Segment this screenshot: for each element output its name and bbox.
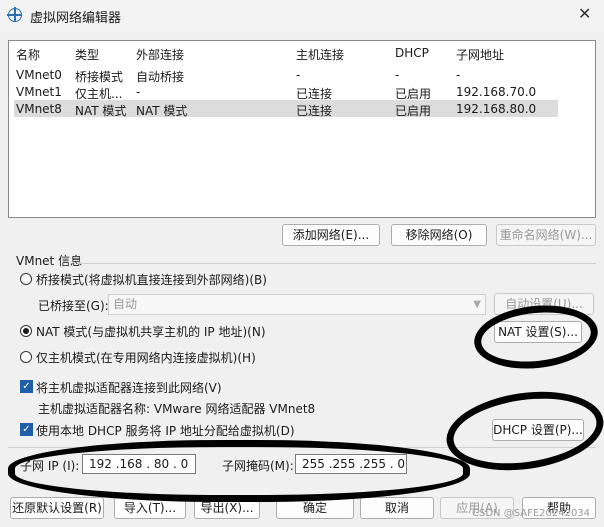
cell: 192.168.80.0 <box>456 102 537 116</box>
cell: 自动桥接 <box>136 70 185 84</box>
group-divider <box>80 263 596 264</box>
nat-mode-label[interactable]: NAT 模式(与虚拟机共享主机的 IP 地址)(N) <box>36 323 266 340</box>
col-header-host[interactable]: 主机连接 <box>296 46 344 63</box>
bridged-to-value: 自动 <box>113 297 138 311</box>
col-header-external[interactable]: 外部连接 <box>136 46 184 63</box>
cell: - <box>395 68 400 82</box>
add-network-button[interactable]: 添加网络(E)... <box>282 224 380 246</box>
connect-adapter-checkbox[interactable]: ✓ <box>20 380 33 393</box>
cell: 已启用 <box>395 104 432 118</box>
cell: - <box>456 68 461 82</box>
col-header-name[interactable]: 名称 <box>16 46 40 63</box>
cell: NAT 模式 <box>75 104 127 118</box>
chevron-down-icon: ▼ <box>473 299 481 310</box>
cell: 桥接模式 <box>75 70 124 84</box>
hostonly-mode-label[interactable]: 仅主机模式(在专用网络内连接虚拟机)(H) <box>36 349 256 366</box>
bridge-mode-label[interactable]: 桥接模式(将虚拟机直接连接到外部网络)(B) <box>36 271 267 288</box>
hostonly-mode-radio[interactable] <box>20 351 32 363</box>
dhcp-label[interactable]: 使用本地 DHCP 服务将 IP 地址分配给虚拟机(D) <box>36 422 295 439</box>
annotation-circle-subnet <box>8 440 470 502</box>
cell: VMnet1 <box>16 85 62 99</box>
adapter-name-text: 主机虚拟适配器名称: VMware 网络适配器 VMnet8 <box>38 402 316 416</box>
cancel-button[interactable]: 取消 <box>360 497 434 519</box>
restore-defaults-button[interactable]: 还原默认设置(R) <box>10 497 104 519</box>
connect-adapter-label[interactable]: 将主机虚拟适配器连接到此网络(V) <box>36 379 222 396</box>
col-header-type[interactable]: 类型 <box>75 46 99 63</box>
close-icon[interactable]: ✕ <box>578 4 591 23</box>
cell: 192.168.70.0 <box>456 85 537 99</box>
cell: 已启用 <box>395 87 432 101</box>
cell: NAT 模式 <box>136 104 188 118</box>
remove-network-button[interactable]: 移除网络(O) <box>391 224 487 246</box>
network-globe-icon <box>7 7 22 22</box>
cell: - <box>296 68 301 82</box>
rename-network-button[interactable]: 重命名网络(W)... <box>496 224 596 246</box>
vmnet-info-label: VMnet 信息 <box>16 254 83 268</box>
cell: - <box>136 85 141 99</box>
watermark: CSDN @SAFE20242034 <box>472 508 591 519</box>
title-bar: 虚拟网络编辑器 ✕ <box>0 0 604 32</box>
cell: 已连接 <box>296 87 333 101</box>
cell: 已连接 <box>296 104 333 118</box>
bridged-to-label: 已桥接至(G): <box>38 299 109 313</box>
cell: 仅主机... <box>75 87 123 101</box>
col-header-subnet[interactable]: 子网地址 <box>456 46 504 63</box>
nat-mode-radio[interactable] <box>20 325 32 337</box>
cell: VMnet0 <box>16 68 62 82</box>
cell: VMnet8 <box>16 102 62 116</box>
network-list[interactable]: 名称 类型 外部连接 主机连接 DHCP 子网地址 VMnet0 桥接模式 自动… <box>8 40 596 218</box>
bridged-to-select[interactable]: 自动 ▼ <box>108 294 486 315</box>
dhcp-checkbox[interactable]: ✓ <box>20 423 33 436</box>
col-header-dhcp[interactable]: DHCP <box>395 46 429 60</box>
bridge-mode-radio[interactable] <box>20 273 32 285</box>
window-title: 虚拟网络编辑器 <box>30 11 122 26</box>
